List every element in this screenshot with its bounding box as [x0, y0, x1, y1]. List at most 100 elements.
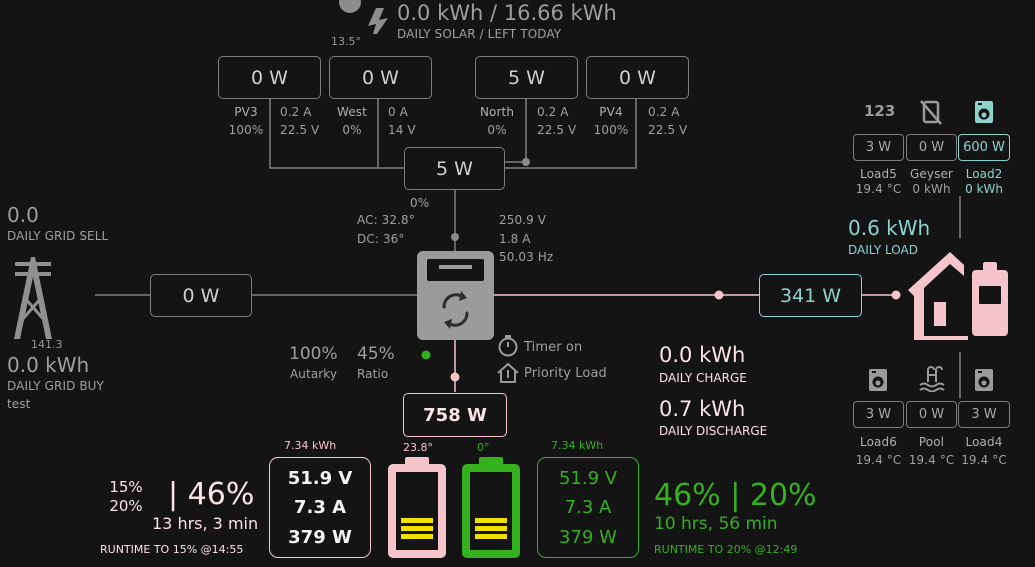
battery2-voltage: 51.9 V [558, 468, 618, 489]
grid-sell-label: DAILY GRID SELL [7, 229, 109, 243]
grid-extra-text: test [7, 397, 31, 411]
solar-temp: 13.5° [331, 35, 361, 48]
load2-power: 600 W [963, 140, 1005, 155]
flow-dot [522, 158, 530, 166]
battery2-temp: 0° [477, 441, 490, 454]
autarky-label: Autarky [290, 367, 338, 381]
washer-icon [975, 101, 993, 123]
grid-power: 0 W [182, 284, 220, 307]
west-power-box[interactable]: 0 W [329, 56, 432, 99]
battery1-runtime: 13 hrs, 3 min [152, 514, 259, 533]
load4-name: Load4 [965, 435, 1003, 449]
grid-voltage: 141.3 [31, 338, 63, 351]
pv3-amps: 0.2 A [280, 105, 312, 119]
load2-sub: 0 kWh [965, 182, 1003, 196]
battery2-power: 379 W [559, 527, 617, 548]
load4-power: 3 W [971, 407, 997, 422]
solar-total-pct: 0% [410, 196, 430, 210]
pool-name: Pool [918, 435, 945, 449]
daily-charge-value: 0.0 kWh [659, 343, 746, 367]
pv4-pct: 100% [593, 123, 629, 137]
battery1-stats-box[interactable]: 51.9 V 7.3 A 379 W [269, 457, 371, 558]
geyser-sub: 0 kWh [912, 182, 951, 196]
power-tower-icon [14, 257, 52, 339]
west-power: 0 W [362, 66, 399, 89]
inverter-dc-temp: DC: 36° [357, 232, 405, 246]
pool-sub: 19.4 °C [908, 453, 955, 467]
sun-cloud-icon [339, 0, 388, 34]
flow-dot [450, 372, 460, 382]
load4-sub: 19.4 °C [961, 453, 1007, 467]
solar-total-box[interactable]: 5 W [404, 147, 505, 190]
pv4-amps: 0.2 A [648, 105, 680, 119]
geyser-power: 0 W [918, 140, 945, 155]
flow-dot [891, 290, 901, 300]
inverter-current: 1.8 A [499, 232, 531, 246]
load6-power-box[interactable]: 3 W [853, 401, 904, 428]
load5-power: 3 W [865, 140, 892, 155]
daily-charge-label: DAILY CHARGE [659, 371, 747, 385]
load-power-box[interactable]: 341 W [759, 274, 862, 317]
geyser-off-icon [920, 100, 942, 125]
battery2-soc: 46% | 20% [654, 478, 817, 513]
daily-discharge-value: 0.7 kWh [659, 397, 746, 421]
battery1-icon [388, 457, 446, 558]
grid-buy-value: 0.0 kWh [7, 353, 90, 377]
west-amps: 0 A [388, 105, 408, 119]
daily-discharge-label: DAILY DISCHARGE [659, 424, 768, 438]
battery2-icon [462, 457, 520, 558]
load-power: 341 W [779, 284, 842, 307]
pv3-power: 0 W [251, 66, 288, 89]
north-name: North [479, 105, 515, 119]
grid-buy-label: DAILY GRID BUY [7, 379, 104, 393]
battery1-soc-target-2: 20% [109, 497, 143, 515]
north-power-box[interactable]: 5 W [475, 56, 578, 99]
north-amps: 0.2 A [537, 105, 569, 119]
load5-power-box[interactable]: 3 W [853, 134, 904, 161]
battery1-soc-target-1: 15% [109, 478, 143, 496]
battery1-current: 7.3 A [293, 497, 347, 518]
load6-name: Load6 [860, 435, 897, 449]
battery-power-box[interactable]: 758 W [403, 393, 507, 437]
west-volts: 14 V [388, 123, 416, 137]
pv3-name: PV3 [234, 105, 258, 119]
inverter-icon[interactable] [417, 251, 495, 341]
load6-sub: 19.4 °C [855, 453, 902, 467]
washer-icon [869, 369, 887, 391]
geyser-name: Geyser [910, 167, 953, 181]
daily-load-value: 0.6 kWh [848, 216, 931, 240]
west-name: West [337, 105, 367, 119]
pool-power-box[interactable]: 0 W [906, 401, 957, 428]
grid-sell-value: 0.0 [7, 203, 39, 227]
daily-solar-value: 0.0 kWh / 16.66 kWh [397, 1, 617, 25]
flow-dot [714, 290, 724, 300]
battery1-temp: 23.8° [403, 441, 433, 454]
battery2-current: 7.3 A [564, 497, 612, 518]
grid-power-box[interactable]: 0 W [150, 274, 252, 317]
west-pct: 0% [342, 123, 362, 137]
pv4-name: PV4 [599, 105, 623, 119]
load5-sub: 19.4 °C [855, 182, 902, 196]
battery2-runtime: 10 hrs, 56 min [654, 514, 778, 534]
timer-icon[interactable] [497, 334, 519, 358]
north-pct: 0% [487, 123, 507, 137]
north-power: 5 W [508, 66, 545, 89]
battery2-runtime-label: RUNTIME TO 20% @12:49 [654, 543, 798, 556]
ratio-label: Ratio [357, 367, 389, 381]
washer-icon [975, 369, 993, 391]
pool-power: 0 W [918, 407, 945, 422]
priority-load-icon[interactable] [496, 362, 520, 384]
pv4-power-box[interactable]: 0 W [586, 56, 689, 99]
battery2-stats-box[interactable]: 51.9 V 7.3 A 379 W [537, 457, 639, 558]
pv3-pct: 100% [228, 123, 264, 137]
daily-solar-label: DAILY SOLAR / LEFT TODAY [397, 27, 562, 41]
load2-power-box[interactable]: 600 W [958, 134, 1010, 161]
battery1-runtime-label: RUNTIME TO 15% @14:55 [100, 543, 244, 556]
status-dot [421, 350, 431, 360]
geyser-power-box[interactable]: 0 W [906, 134, 957, 161]
pv4-power: 0 W [619, 66, 656, 89]
pv3-power-box[interactable]: 0 W [218, 56, 321, 99]
battery1-soc: | 46% [168, 477, 255, 512]
load4-power-box[interactable]: 3 W [958, 401, 1010, 428]
flow-dot [451, 233, 459, 241]
